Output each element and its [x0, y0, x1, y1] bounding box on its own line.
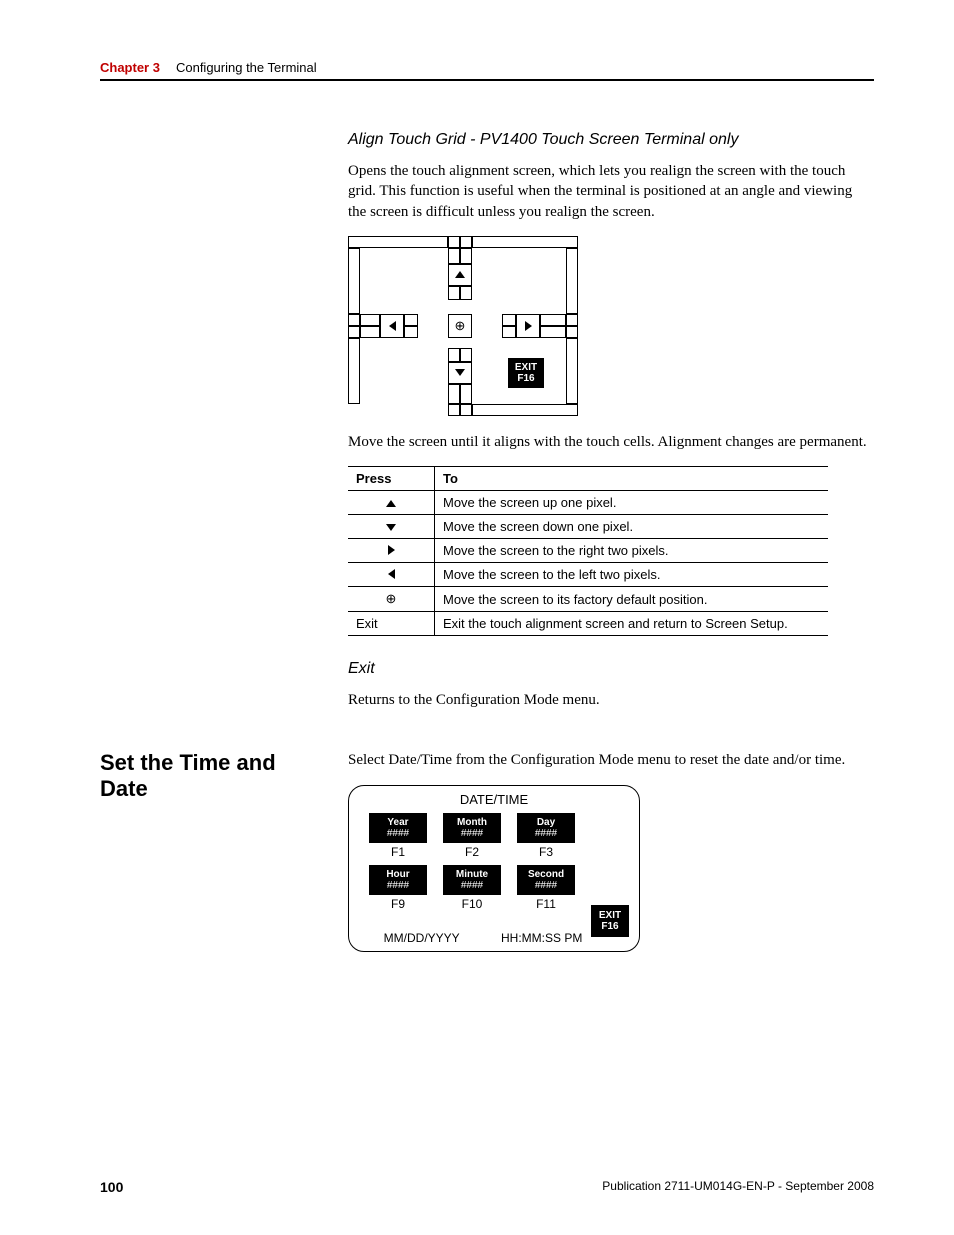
year-key[interactable]: Year ####	[369, 813, 427, 843]
table-row: Move the screen down one pixel.	[348, 515, 828, 539]
table-row: Move the screen to the left two pixels.	[348, 563, 828, 587]
fkey-label: F11	[517, 897, 575, 911]
key-hash: ####	[461, 828, 483, 839]
triangle-left-icon	[389, 321, 396, 331]
exit-label-line2: F16	[601, 921, 618, 932]
date-format-label: MM/DD/YYYY	[384, 931, 460, 945]
key-label: Hour	[386, 869, 409, 880]
date-time-panel: DATE/TIME Year #### Month #### Day ####	[348, 785, 640, 952]
triangle-up-icon	[386, 500, 396, 507]
page-number: 100	[100, 1179, 123, 1195]
fkey-label: F2	[443, 845, 501, 859]
table-header-press: Press	[348, 467, 435, 491]
key-hash: ####	[535, 880, 557, 891]
touch-alignment-diagram: ⊕ EXIT F16	[348, 236, 578, 416]
table-cell-to: Move the screen to the left two pixels.	[435, 563, 829, 587]
triangle-down-icon	[386, 524, 396, 531]
fkey-label: F10	[443, 897, 501, 911]
table-cell-press: Exit	[348, 612, 435, 636]
key-hash: ####	[461, 880, 483, 891]
key-hash: ####	[387, 828, 409, 839]
crosshair-icon: ⊕	[455, 318, 466, 334]
fkey-label: F9	[369, 897, 427, 911]
minute-key[interactable]: Minute ####	[443, 865, 501, 895]
second-key[interactable]: Second ####	[517, 865, 575, 895]
table-header-to: To	[435, 467, 829, 491]
publication-info: Publication 2711-UM014G-EN-P - September…	[602, 1179, 874, 1195]
key-label: Year	[387, 817, 408, 828]
page-header: Chapter 3 Configuring the Terminal	[100, 60, 874, 81]
fkey-label: F3	[517, 845, 575, 859]
section-heading-align-touch-grid: Align Touch Grid - PV1400 Touch Screen T…	[348, 131, 874, 149]
panel-title: DATE/TIME	[349, 786, 639, 807]
day-key[interactable]: Day ####	[517, 813, 575, 843]
exit-label-line1: EXIT	[599, 910, 621, 921]
triangle-right-icon	[388, 545, 395, 555]
hour-key[interactable]: Hour ####	[369, 865, 427, 895]
table-row: Exit Exit the touch alignment screen and…	[348, 612, 828, 636]
up-arrow-button[interactable]	[448, 264, 472, 286]
table-cell-to: Move the screen down one pixel.	[435, 515, 829, 539]
down-arrow-button[interactable]	[448, 362, 472, 384]
fkey-label: F1	[369, 845, 427, 859]
triangle-up-icon	[455, 271, 465, 278]
table-cell-to: Exit the touch alignment screen and retu…	[435, 612, 829, 636]
body-paragraph: Opens the touch alignment screen, which …	[348, 161, 874, 222]
key-hash: ####	[535, 828, 557, 839]
right-arrow-button[interactable]	[516, 314, 540, 338]
section-heading-set-time-date: Set the Time and Date	[100, 750, 328, 802]
exit-button[interactable]: EXIT F16	[508, 358, 544, 388]
triangle-right-icon	[525, 321, 532, 331]
page-footer: 100 Publication 2711-UM014G-EN-P - Septe…	[100, 1179, 874, 1195]
body-paragraph: Returns to the Configuration Mode menu.	[348, 690, 874, 710]
exit-label-line1: EXIT	[515, 362, 537, 373]
table-cell-to: Move the screen to its factory default p…	[435, 587, 829, 612]
crosshair-icon: ⊕	[386, 591, 397, 606]
section-heading-exit: Exit	[348, 660, 874, 678]
exit-label-line2: F16	[517, 373, 534, 384]
table-cell-to: Move the screen to the right two pixels.	[435, 539, 829, 563]
left-arrow-button[interactable]	[380, 314, 404, 338]
key-label: Second	[528, 869, 564, 880]
triangle-down-icon	[455, 369, 465, 376]
table-row: ⊕ Move the screen to its factory default…	[348, 587, 828, 612]
center-crosshair-button[interactable]: ⊕	[448, 314, 472, 338]
table-cell-to: Move the screen up one pixel.	[435, 491, 829, 515]
chapter-title: Configuring the Terminal	[176, 60, 317, 75]
body-paragraph: Move the screen until it aligns with the…	[348, 432, 874, 452]
key-label: Day	[537, 817, 555, 828]
press-to-table: Press To Move the screen up one pixel. M…	[348, 466, 828, 636]
triangle-left-icon	[388, 569, 395, 579]
time-format-label: HH:MM:SS PM	[501, 931, 582, 945]
month-key[interactable]: Month ####	[443, 813, 501, 843]
table-row: Move the screen up one pixel.	[348, 491, 828, 515]
table-row: Move the screen to the right two pixels.	[348, 539, 828, 563]
chapter-label: Chapter 3	[100, 60, 160, 75]
key-label: Month	[457, 817, 487, 828]
key-label: Minute	[456, 869, 488, 880]
body-paragraph: Select Date/Time from the Configuration …	[348, 750, 874, 770]
key-hash: ####	[387, 880, 409, 891]
